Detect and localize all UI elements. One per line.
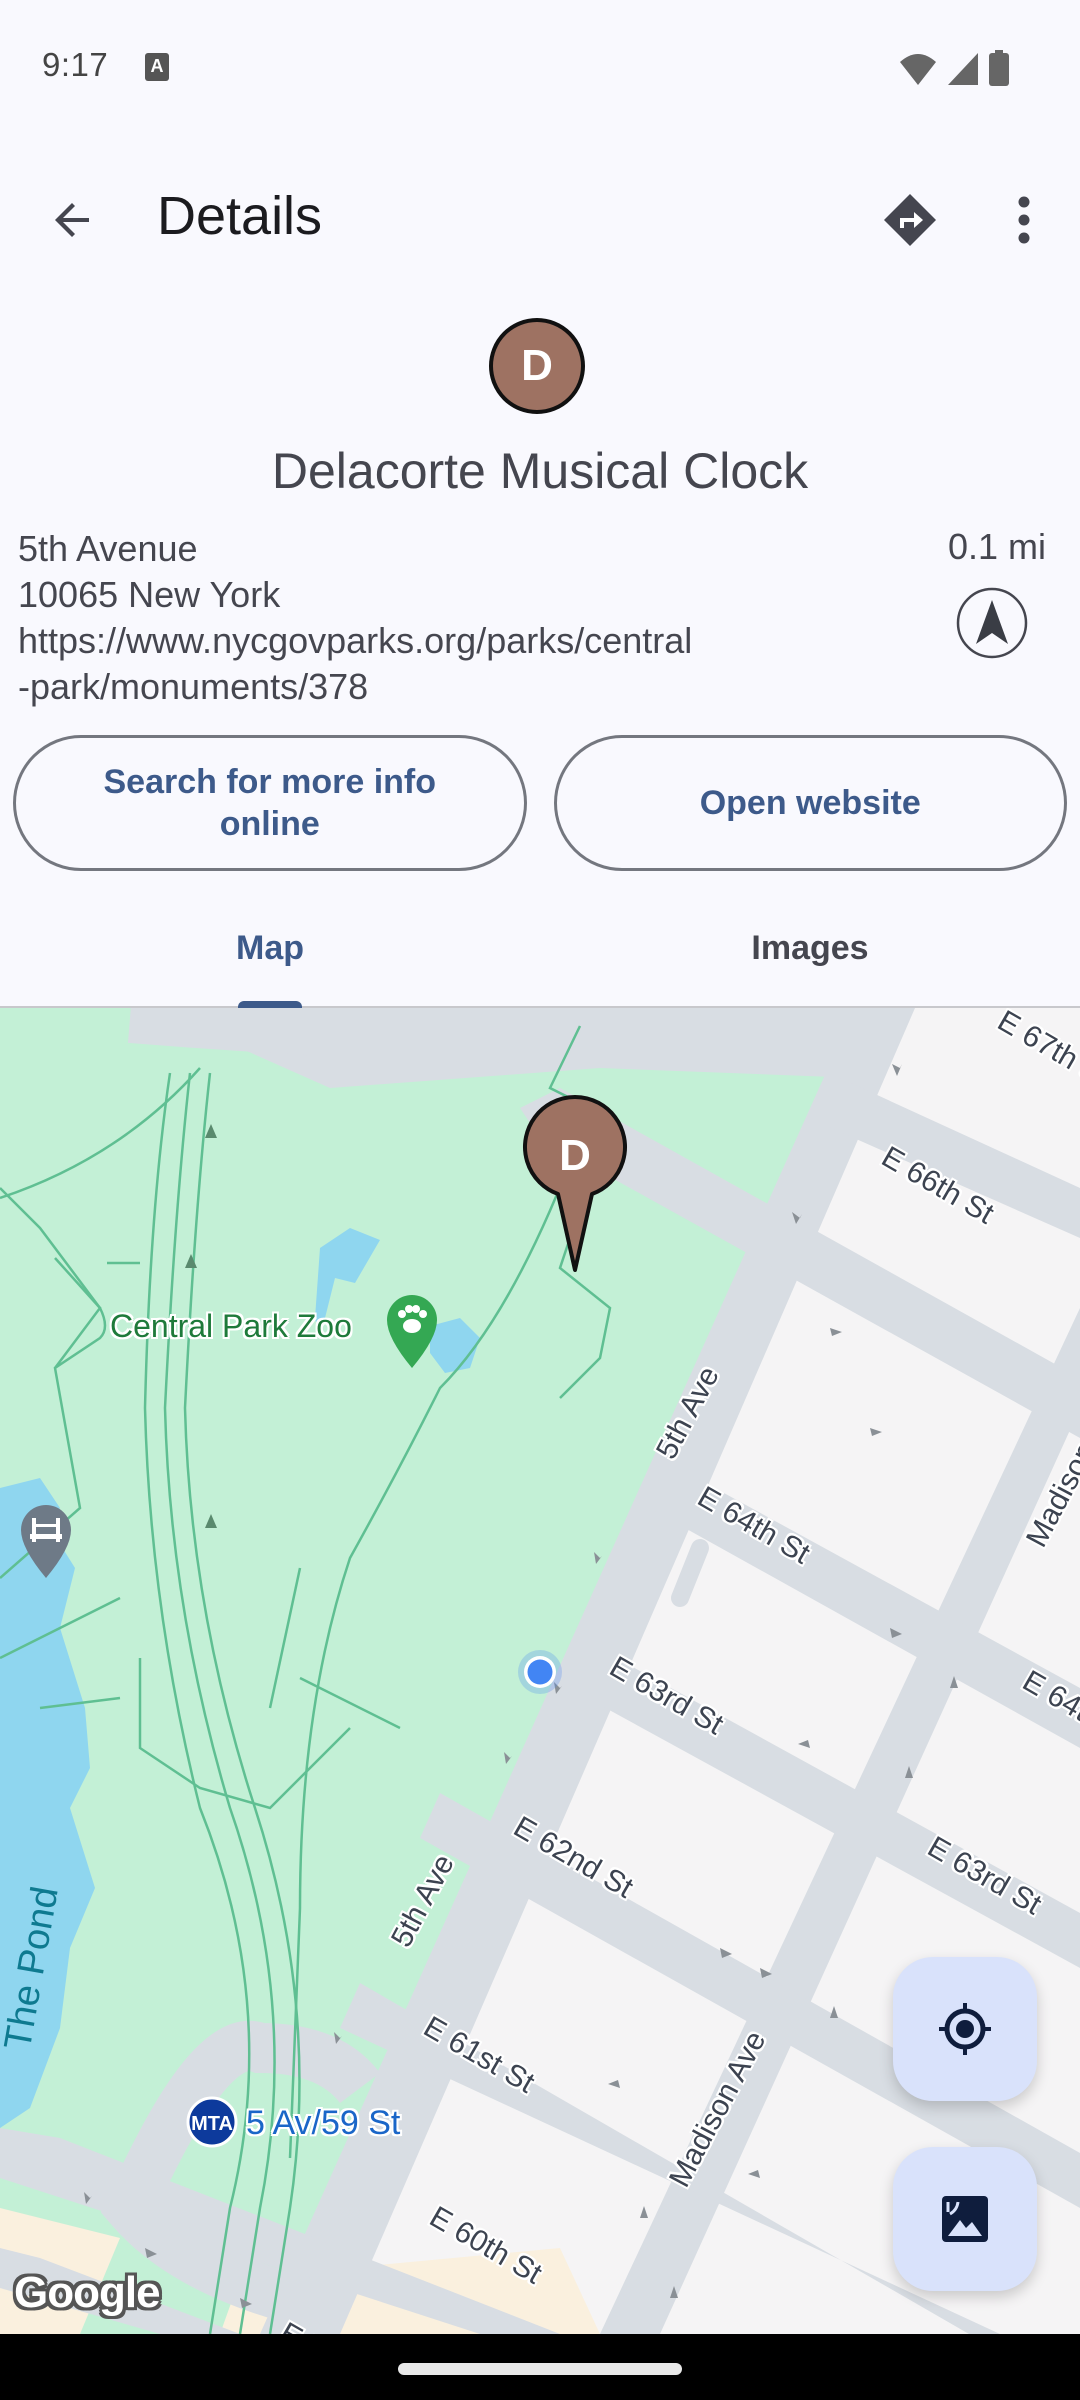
- status-bar: 9:17 A: [0, 0, 1080, 130]
- address-line-2: 10065 New York: [18, 574, 281, 615]
- arrow-left-icon: [55, 203, 89, 237]
- satellite-image-icon: [942, 2196, 988, 2242]
- back-button[interactable]: [40, 187, 106, 253]
- directions-button[interactable]: [875, 185, 945, 255]
- search-online-button[interactable]: Search for more info online: [13, 735, 527, 871]
- metro-badge-text: MTA: [191, 2113, 233, 2135]
- status-time: 9:17: [42, 46, 109, 83]
- my-location-button[interactable]: [893, 1957, 1037, 2101]
- google-attribution: Google: [14, 2268, 161, 2317]
- map-view[interactable]: MTA D E 67th St E 66th St Central Park Z…: [0, 1008, 1080, 2334]
- tab-bar: Map Images: [0, 890, 1080, 1009]
- map-layers-button[interactable]: [893, 2147, 1037, 2291]
- service-lane: [671, 1539, 709, 1607]
- app-bar: Details: [0, 165, 1080, 275]
- user-location-dot: [518, 1650, 562, 1694]
- marker-letter: D: [559, 1131, 591, 1180]
- wifi-icon: [900, 54, 936, 85]
- signal-icon: [948, 53, 978, 85]
- address-line-1: 5th Avenue: [18, 528, 198, 569]
- my-location-icon: [939, 2003, 991, 2055]
- tab-map[interactable]: Map: [0, 890, 540, 1009]
- home-gesture-handle[interactable]: [398, 2363, 682, 2375]
- url-line-1[interactable]: https://www.nycgovparks.org/parks/centra…: [18, 618, 692, 664]
- map-label-metro: 5 Av/59 St: [246, 2104, 401, 2142]
- directions-icon: [884, 194, 936, 246]
- park-road-top: [127, 1008, 871, 1066]
- page-title: Details: [157, 186, 323, 246]
- navigation-arrow-icon: [956, 587, 1028, 659]
- place-name: Delacorte Musical Clock: [271, 443, 809, 499]
- metro-badge-icon: MTA: [186, 2096, 238, 2148]
- battery-icon: [989, 50, 1009, 86]
- open-website-button[interactable]: Open website: [553, 735, 1067, 871]
- e66-st: [820, 1078, 1080, 1238]
- more-vert-icon: [1018, 196, 1030, 244]
- tab-images[interactable]: Images: [540, 890, 1080, 1006]
- status-icons: [898, 50, 1010, 86]
- tab-map-label: Map: [236, 928, 304, 967]
- url-line-2[interactable]: -park/monuments/378: [18, 664, 692, 710]
- place-address: 5th Avenue 10065 New York https://www.ny…: [18, 526, 692, 710]
- distance-text: 0.1 mi: [947, 526, 1046, 567]
- tab-images-label: Images: [751, 928, 869, 967]
- more-options-button[interactable]: [1000, 185, 1048, 255]
- notification-icon: A: [145, 53, 169, 81]
- place-avatar: D: [489, 318, 585, 414]
- map-canvas: MTA D: [0, 1008, 1080, 2334]
- action-buttons: Search for more info online Open website: [13, 735, 1067, 871]
- map-label-zoo: Central Park Zoo: [110, 1308, 352, 1344]
